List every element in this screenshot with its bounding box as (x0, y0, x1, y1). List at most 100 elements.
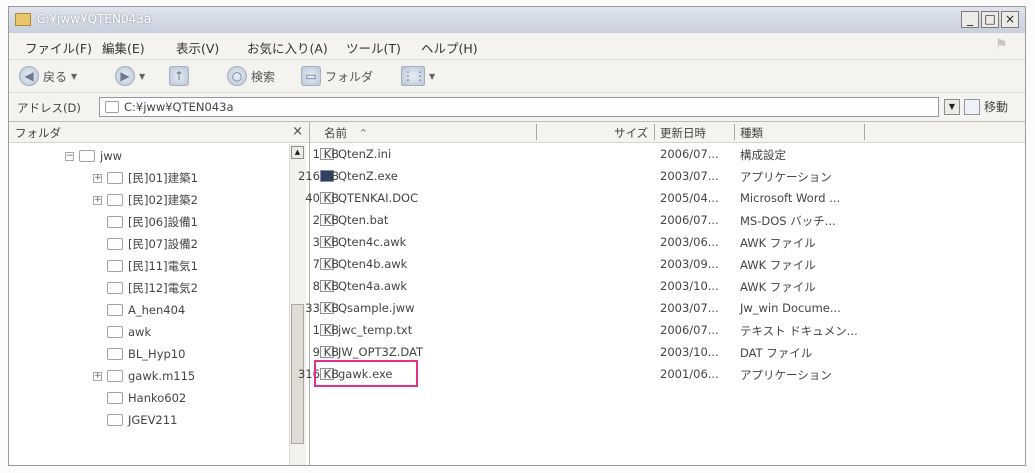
menu-help[interactable]: ヘルプ(H) (421, 38, 478, 57)
file-date: 2001/06... (660, 367, 719, 381)
folder-pane-header: フォルダ × (9, 122, 309, 143)
folder-pane-scrollbar[interactable]: ▲ (289, 144, 306, 465)
forward-button[interactable]: ▶ ▼ (115, 64, 145, 88)
folder-icon (107, 194, 123, 206)
column-size[interactable]: サイズ (614, 125, 648, 141)
folder-pane-title: フォルダ (15, 126, 61, 140)
chevron-down-icon: ▼ (71, 71, 78, 81)
tree-item-label: [民]07]設備2 (128, 237, 198, 251)
folder-icon (107, 282, 123, 294)
menu-bar: ファイル(F) 編集(E) 表示(V) お気に入り(A) ツール(T) ヘルプ(… (9, 33, 1025, 60)
search-icon: ○ (227, 66, 247, 86)
tree-item-label: [民]06]設備1 (128, 215, 198, 229)
file-size: 33 KB (305, 301, 339, 315)
expand-toggle[interactable]: + (93, 195, 102, 205)
tree-item[interactable]: Hanko602 (93, 388, 186, 408)
folder-icon (107, 260, 123, 272)
tree-item-label: BL_Hyp10 (128, 347, 186, 361)
file-type: Microsoft Word ... (740, 191, 841, 205)
file-row[interactable]: QtenZ.exe 216 KB 2003/07... アプリケーション (298, 165, 1025, 187)
file-row[interactable]: QTENKAI.DOC 40 KB 2005/04... Microsoft W… (305, 187, 1025, 209)
tree-item[interactable]: + gawk.m115 (93, 366, 195, 386)
file-date: 2006/07... (660, 323, 719, 337)
menu-file[interactable]: ファイル(F) (25, 38, 92, 57)
file-row[interactable]: Qten4c.awk 3 KB 2003/06... AWK ファイル (310, 231, 1025, 253)
address-bar: アドレス(D) C:¥jww¥QTEN043a ▼ 移動 (9, 93, 1025, 122)
column-date[interactable]: 更新日時 (660, 125, 706, 141)
column-type[interactable]: 種類 (740, 125, 763, 141)
file-size: 216 KB (297, 169, 339, 183)
tree-item-label: [民]12]電気2 (128, 281, 198, 295)
file-date: 2003/09... (660, 257, 719, 271)
column-divider[interactable] (864, 124, 865, 140)
up-folder-icon: ↑ (169, 66, 189, 86)
file-row[interactable]: Qsample.jww 33 KB 2003/07... Jw_win Docu… (305, 297, 1025, 319)
close-button[interactable]: × (1001, 11, 1019, 28)
explorer-window: C:¥jww¥QTEN043a _ □ × ファイル(F) 編集(E) 表示(V… (8, 6, 1026, 466)
column-divider[interactable] (734, 124, 735, 140)
column-header-row: 名前 ^ サイズ 更新日時 種類 (310, 122, 1025, 143)
scroll-up-arrow-icon[interactable]: ▲ (291, 146, 304, 159)
up-folder-button[interactable]: ↑ (169, 64, 189, 88)
file-name: jwc_temp.txt (338, 323, 413, 337)
views-button[interactable]: ⋮⋮ ▼ (401, 64, 435, 88)
folder-icon (107, 172, 123, 184)
close-icon[interactable]: × (292, 124, 303, 139)
address-dropdown-button[interactable]: ▼ (944, 99, 960, 115)
search-label: 検索 (251, 69, 276, 84)
file-date: 2006/07... (660, 147, 719, 161)
tree-item[interactable]: + [民]02]建築2 (93, 190, 198, 210)
tree-item-label: A_hen404 (128, 303, 186, 317)
folders-button[interactable]: ▭ フォルダ (301, 64, 373, 88)
file-row[interactable]: Qten4b.awk 7 KB 2003/09... AWK ファイル (310, 253, 1025, 275)
menu-favorites[interactable]: お気に入り(A) (247, 38, 328, 57)
tree-item[interactable]: BL_Hyp10 (93, 344, 185, 364)
column-divider[interactable] (654, 124, 655, 140)
minimize-button[interactable]: _ (961, 11, 979, 28)
tree-item[interactable]: JGEV211 (93, 410, 177, 430)
tree-item[interactable]: A_hen404 (93, 300, 185, 320)
tree-item-label: JGEV211 (128, 413, 178, 427)
tree-item[interactable]: awk (93, 322, 151, 342)
tree-item[interactable]: + [民]01]建築1 (93, 168, 198, 188)
expand-toggle[interactable]: + (93, 173, 102, 183)
menu-view[interactable]: 表示(V) (176, 38, 219, 57)
tree-item[interactable]: [民]06]設備1 (93, 212, 198, 232)
menu-tools[interactable]: ツール(T) (346, 38, 401, 57)
menu-edit[interactable]: 編集(E) (102, 38, 145, 57)
tree-item-jww[interactable]: − jww (65, 146, 122, 166)
highlight-box (314, 360, 418, 387)
file-type: AWK ファイル (740, 236, 816, 250)
back-label: 戻る (43, 69, 68, 84)
folder-icon (107, 216, 123, 228)
chevron-down-icon: ▼ (429, 71, 436, 81)
file-size: 40 KB (305, 191, 339, 205)
address-value: C:¥jww¥QTEN043a (124, 100, 234, 114)
file-name: JW_OPT3Z.DAT (338, 345, 424, 359)
go-button[interactable]: 移動 (964, 98, 1008, 115)
back-button[interactable]: ◀ 戻る ▼ (19, 64, 77, 88)
file-row[interactable]: Qten4a.awk 8 KB 2003/10... AWK ファイル (310, 275, 1025, 297)
views-icon: ⋮⋮ (401, 66, 426, 86)
collapse-toggle[interactable]: − (65, 151, 74, 161)
column-divider[interactable] (536, 124, 537, 140)
file-row[interactable]: Qten.bat 2 KB 2006/07... MS-DOS バッチ... (310, 209, 1025, 231)
column-name[interactable]: 名前 (324, 125, 347, 141)
maximize-button[interactable]: □ (981, 11, 999, 28)
expand-toggle[interactable]: + (93, 371, 102, 381)
chevron-down-icon: ▼ (139, 71, 146, 81)
tree-item-label: [民]02]建築2 (128, 193, 198, 207)
tree-item-label: [民]11]電気1 (128, 259, 198, 273)
file-type: アプリケーション (740, 368, 832, 382)
tree-item[interactable]: [民]11]電気1 (93, 256, 198, 276)
folder-icon (107, 238, 123, 250)
file-row[interactable]: QtenZ.ini 1 KB 2006/07... 構成設定 (310, 143, 1025, 165)
tree-item[interactable]: [民]12]電気2 (93, 278, 198, 298)
file-row[interactable]: jwc_temp.txt 1 KB 2006/07... テキスト ドキュメン.… (310, 319, 1025, 341)
go-arrow-icon (964, 98, 980, 115)
file-type: AWK ファイル (740, 258, 816, 272)
search-button[interactable]: ○ 検索 (227, 64, 275, 88)
address-input[interactable]: C:¥jww¥QTEN043a (99, 97, 939, 117)
tree-item[interactable]: [民]07]設備2 (93, 234, 198, 254)
title-bar[interactable]: C:¥jww¥QTEN043a _ □ × (9, 7, 1025, 33)
